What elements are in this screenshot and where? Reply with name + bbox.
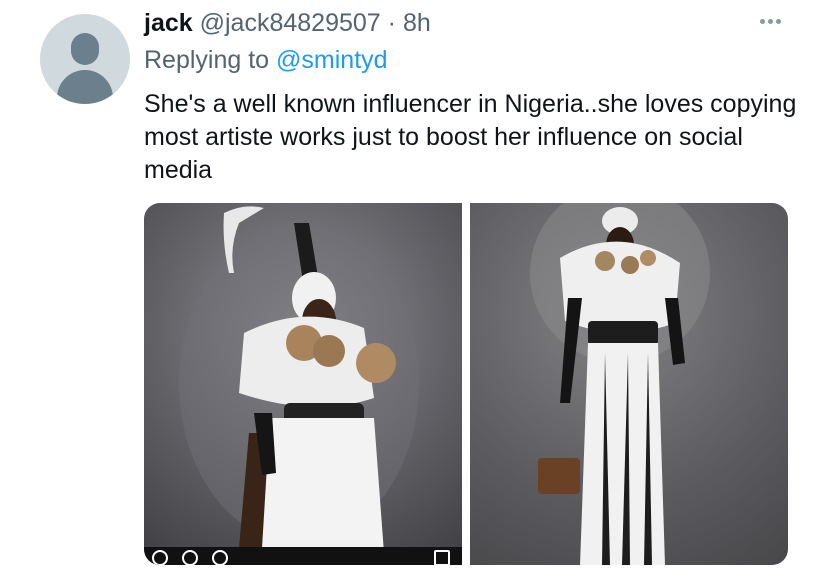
bookmark-icon [434, 550, 450, 565]
avatar-body-shape [57, 70, 113, 104]
tweet-header: jack @jack84829507 · 8h [144, 8, 431, 38]
media-image-right[interactable] [470, 203, 788, 565]
display-name[interactable]: jack [144, 9, 193, 37]
heart-icon [152, 550, 168, 565]
tweet-media-grid [144, 203, 788, 565]
media-image-left[interactable] [144, 203, 462, 565]
avatar[interactable] [40, 14, 130, 104]
separator-dot: · [387, 9, 396, 37]
instagram-action-bar [144, 547, 462, 565]
artwork-illustration-right [530, 203, 710, 565]
model-photo-left [179, 206, 419, 553]
more-horizontal-icon-dot [775, 18, 781, 24]
replying-to: Replying to @smintyd [144, 45, 388, 75]
tweet-text: She's a well known influencer in Nigeria… [144, 90, 797, 184]
user-handle[interactable]: @jack84829507 [200, 9, 381, 37]
avatar-head-shape [71, 33, 99, 65]
replying-to-user-link[interactable]: @smintyd [276, 46, 388, 74]
more-horizontal-icon-dot [759, 18, 765, 24]
replying-to-label: Replying to [144, 46, 270, 74]
comment-icon [182, 550, 198, 565]
more-horizontal-icon-dot [767, 18, 773, 24]
more-options-button[interactable] [753, 8, 787, 34]
share-icon [212, 550, 228, 565]
tweet-timestamp[interactable]: 8h [403, 9, 431, 37]
